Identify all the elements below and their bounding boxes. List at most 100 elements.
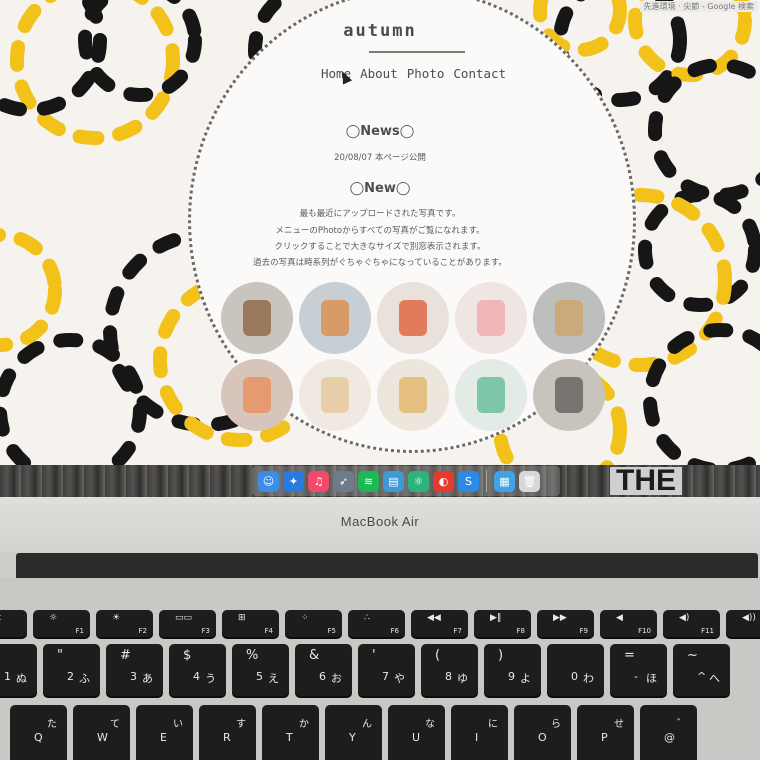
key-label: F3 (201, 627, 210, 635)
key-F1[interactable]: ☼ F1 (33, 610, 90, 637)
nav-about[interactable]: About (360, 66, 398, 81)
safari-icon[interactable]: ✦ (283, 470, 304, 492)
key-^[interactable]: ~ ^ へ (673, 644, 730, 696)
spotify-icon[interactable]: ≋ (358, 470, 379, 492)
key-P[interactable]: せP (577, 705, 634, 760)
new-text-line: 最も最近にアップロードされた写真です。 (299, 209, 461, 219)
key-label: ぬ (16, 672, 27, 685)
key-label: ほ (646, 672, 657, 685)
laptop-hinge (16, 553, 758, 578)
key-F8[interactable]: ▶‖ F8 (474, 610, 531, 637)
key-label: ▶‖ (490, 613, 502, 623)
key-F10[interactable]: ◀ F10 (600, 610, 657, 637)
key-label: % (246, 648, 259, 663)
background-poster-text: THE (610, 466, 682, 496)
key-W[interactable]: てW (73, 705, 130, 760)
nav-contact[interactable]: Contact (453, 66, 506, 81)
new-text-line: メニューのPhotoからすべての写真がご覧になれます。 (275, 226, 485, 236)
key-U[interactable]: なU (388, 705, 445, 760)
key-@[interactable]: ゛ @ (640, 705, 697, 760)
photo-paper-bird[interactable] (299, 359, 371, 431)
key-label: な (425, 719, 435, 730)
key-5[interactable]: % 5 え (232, 644, 289, 696)
laptop-brand: MacBook Air (340, 514, 420, 529)
key-label: P (601, 731, 608, 744)
key-F3[interactable]: ▭▭ F3 (159, 610, 216, 637)
key-8[interactable]: (8 ゆ (421, 644, 478, 696)
key-F7[interactable]: ◀◀ F7 (411, 610, 468, 637)
photo-iced-drink[interactable] (299, 282, 371, 354)
key--[interactable]: = - ほ (610, 644, 667, 696)
photo-wood-figure[interactable] (221, 282, 293, 354)
key-label: た (47, 719, 57, 730)
photo-red-toy[interactable] (377, 282, 449, 354)
key-label: せ (614, 719, 624, 730)
key-3[interactable]: #3 あ (106, 644, 163, 696)
photo-orange-drink[interactable] (221, 359, 293, 431)
key-label: E (160, 731, 167, 744)
key-F2[interactable]: ☀ F2 (96, 610, 153, 637)
photo-latte-cup[interactable] (533, 282, 605, 354)
key-F5[interactable]: ⁘ F5 (285, 610, 342, 637)
key-I[interactable]: にI (451, 705, 508, 760)
photo-dark-sign[interactable] (533, 359, 605, 431)
key-label: ☼ (49, 613, 58, 623)
key-E[interactable]: いE (136, 705, 193, 760)
key-label: て (110, 719, 120, 730)
launchpad-icon[interactable]: ➶ (333, 470, 354, 492)
key-label: 6 (319, 670, 326, 683)
key-7[interactable]: ' 7 や (358, 644, 415, 696)
browser-tab-hint[interactable]: 先進環境 · 尖節 - Google 検索 (639, 1, 758, 12)
news-heading: ◯News◯ (345, 124, 415, 139)
key-F12[interactable]: ◀))F12 (726, 610, 760, 637)
key-T[interactable]: かT (262, 705, 319, 760)
key-6[interactable]: & 6 お (295, 644, 352, 696)
key-Y[interactable]: んY (325, 705, 382, 760)
key-label: よ (520, 672, 531, 685)
atom-icon[interactable]: ⚛ (408, 470, 429, 492)
key-label: & (309, 648, 320, 663)
key-label: F2 (138, 627, 147, 635)
key-label: ゆ (457, 672, 468, 685)
key-label: 1 (4, 670, 11, 683)
key-label: へ (709, 672, 720, 685)
notes-icon[interactable]: ▤ (383, 470, 404, 492)
photo-origami-bird[interactable] (377, 359, 449, 431)
key-O[interactable]: らO (514, 705, 571, 760)
key-label: ☀ (112, 613, 121, 623)
finder-icon[interactable]: ☺ (258, 470, 279, 492)
key-esc[interactable]: esc (0, 610, 27, 637)
key-1[interactable]: !1ぬ (0, 644, 37, 696)
key-4[interactable]: $4 う (169, 644, 226, 696)
key-label: ⁘ (301, 613, 309, 623)
photo-origami-green[interactable] (455, 359, 527, 431)
key-F4[interactable]: ⊞ F4 (222, 610, 279, 637)
photo-pink-figure[interactable] (455, 282, 527, 354)
nav-photo[interactable]: Photo (407, 66, 445, 81)
key-label: 2 (67, 670, 74, 683)
news-item: 20/08/07 本ページ公開 (334, 153, 426, 163)
key-Q[interactable]: たQ (10, 705, 67, 760)
key-0[interactable]: 0わ (547, 644, 604, 696)
key-F11[interactable]: ◀) F11 (663, 610, 720, 637)
photo-thumbnails-row (221, 359, 606, 431)
key-F9[interactable]: ▶▶ F9 (537, 610, 594, 637)
shazam-icon[interactable]: S (458, 470, 479, 492)
site-title[interactable]: autumn (0, 21, 760, 41)
music-icon[interactable]: ♫ (308, 470, 329, 492)
red-app-icon[interactable]: ◐ (433, 470, 454, 492)
key-F6[interactable]: ∴ F6 (348, 610, 405, 637)
key-label: F7 (453, 627, 462, 635)
key-label: ▭▭ (175, 613, 193, 623)
photo-thumbnails-row (221, 282, 606, 354)
downloads-icon[interactable]: ▦ (494, 470, 515, 492)
trash-icon[interactable]: 🗑 (519, 470, 540, 492)
key-label: す (236, 719, 246, 730)
new-text-line: 過去の写真は時系列がぐちゃぐちゃになっていることがあります。 (253, 258, 507, 268)
key-label: F10 (638, 627, 651, 635)
key-9[interactable]: ) 9 よ (484, 644, 541, 696)
mac-dock: ☺ ✦ ♫ ➶ ≋ ▤ ⚛ ◐ S ▦ 🗑 (252, 466, 560, 496)
key-2[interactable]: " 2 ふ (43, 644, 100, 696)
key-label: R (223, 731, 231, 744)
key-R[interactable]: すR (199, 705, 256, 760)
